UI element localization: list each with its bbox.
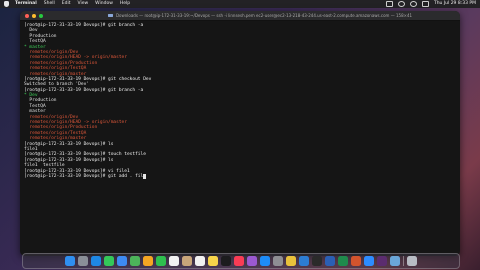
terminal-line-text: remotes/origin/Production	[24, 60, 98, 66]
terminal-line-text: Dev	[24, 28, 38, 34]
word-icon[interactable]	[325, 256, 336, 266]
slack-icon[interactable]	[377, 256, 388, 266]
terminal-line-text: remotes/origin/master	[24, 136, 87, 142]
zoom-icon[interactable]	[364, 256, 375, 266]
app-store-icon[interactable]	[260, 256, 271, 266]
menu-edit[interactable]: Edit	[62, 0, 71, 8]
zoom-window-button[interactable]	[39, 13, 43, 18]
chrome-icon[interactable]	[286, 256, 297, 266]
terminal-line-text: [root@ip-172-31-33-19 Devops]# git add .…	[24, 173, 144, 179]
terminal-line-text: Switched to branch 'Dev'	[24, 82, 90, 88]
terminal-line-text: [root@ip-172-31-33-19 Devops]# vi file1	[24, 168, 130, 174]
wifi-icon[interactable]	[397, 1, 405, 7]
close-window-button[interactable]	[25, 13, 29, 18]
dock-separator	[403, 256, 404, 266]
terminal-line-text: master	[24, 109, 46, 115]
folder-icon	[107, 13, 113, 18]
vscode-icon[interactable]	[299, 256, 310, 266]
preview-icon[interactable]	[390, 256, 401, 266]
terminal-line-text: * master	[24, 44, 46, 50]
safari-icon[interactable]	[91, 256, 102, 266]
terminal-line-text: remotes/origin/Production	[24, 125, 98, 131]
terminal-line-text: [root@ip-172-31-33-19 Devops]# git branc…	[24, 23, 144, 28]
maps-icon[interactable]	[130, 256, 141, 266]
launchpad-icon[interactable]	[78, 256, 89, 266]
calendar-icon[interactable]	[169, 256, 180, 266]
terminal-line-text: file1 testfile	[24, 163, 65, 169]
finder-icon[interactable]	[65, 256, 76, 266]
terminal-line-text: remotes/origin/Dev	[24, 114, 79, 120]
music-icon[interactable]	[234, 256, 245, 266]
window-title: Downloads — root@ip-172-31-33-19:~/Devop…	[115, 13, 413, 18]
terminal-line-text: [root@ip-172-31-33-19 Devops]# touch tes…	[24, 152, 146, 158]
menu-clock[interactable]: Thu Jul 29 8:33 PM	[434, 0, 476, 8]
terminal-line-text: [root@ip-172-31-33-19 Devops]# ls	[24, 141, 114, 147]
facetime-icon[interactable]	[156, 256, 167, 266]
menu-view[interactable]: View	[77, 0, 88, 8]
system-preferences-icon[interactable]	[273, 256, 284, 266]
mail-icon[interactable]	[117, 256, 128, 266]
terminal-line-text: remotes/origin/HEAD -> origin/master	[24, 55, 127, 61]
battery-icon[interactable]	[385, 1, 393, 7]
photos-icon[interactable]	[143, 256, 154, 266]
apple-menu-icon[interactable]	[4, 1, 9, 7]
messages-icon[interactable]	[104, 256, 115, 266]
menu-window[interactable]: Window	[95, 0, 113, 8]
contacts-icon[interactable]	[182, 256, 193, 266]
control-center-icon[interactable]	[421, 1, 429, 7]
menu-shell[interactable]: Shell	[44, 0, 55, 8]
terminal-window: Downloads — root@ip-172-31-33-19:~/Devop…	[20, 11, 460, 256]
reminders-icon[interactable]	[195, 256, 206, 266]
podcasts-icon[interactable]	[247, 256, 258, 266]
terminal-output[interactable]: [root@ip-172-31-33-19 Devops]# git branc…	[20, 21, 460, 181]
powerpoint-icon[interactable]	[351, 256, 362, 266]
menu-help[interactable]: Help	[120, 0, 130, 8]
dock	[22, 253, 460, 269]
terminal-line-text: Production	[24, 98, 57, 104]
excel-icon[interactable]	[338, 256, 349, 266]
trash-icon[interactable]	[406, 256, 417, 266]
minimize-window-button[interactable]	[32, 13, 36, 18]
window-titlebar[interactable]: Downloads — root@ip-172-31-33-19:~/Devop…	[20, 11, 460, 21]
terminal-line-text: TestQA	[24, 39, 46, 45]
terminal-line-text: remotes/origin/master	[24, 71, 87, 77]
menu-terminal[interactable]: Terminal	[15, 0, 37, 8]
terminal-line-text: [root@ip-172-31-33-19 Devops]# git branc…	[24, 87, 144, 93]
tv-icon[interactable]	[221, 256, 232, 266]
terminal-line-text: remotes/origin/TestQA	[24, 66, 87, 72]
menu-bar: Terminal Shell Edit View Window Help Thu…	[0, 0, 480, 8]
terminal-command-line: [root@ip-172-31-33-19 Devops]# git add .…	[24, 173, 456, 179]
terminal-cursor	[143, 173, 147, 179]
notes-icon[interactable]	[208, 256, 219, 266]
terminal-icon[interactable]	[312, 256, 323, 266]
spotlight-search-icon[interactable]	[409, 1, 417, 7]
